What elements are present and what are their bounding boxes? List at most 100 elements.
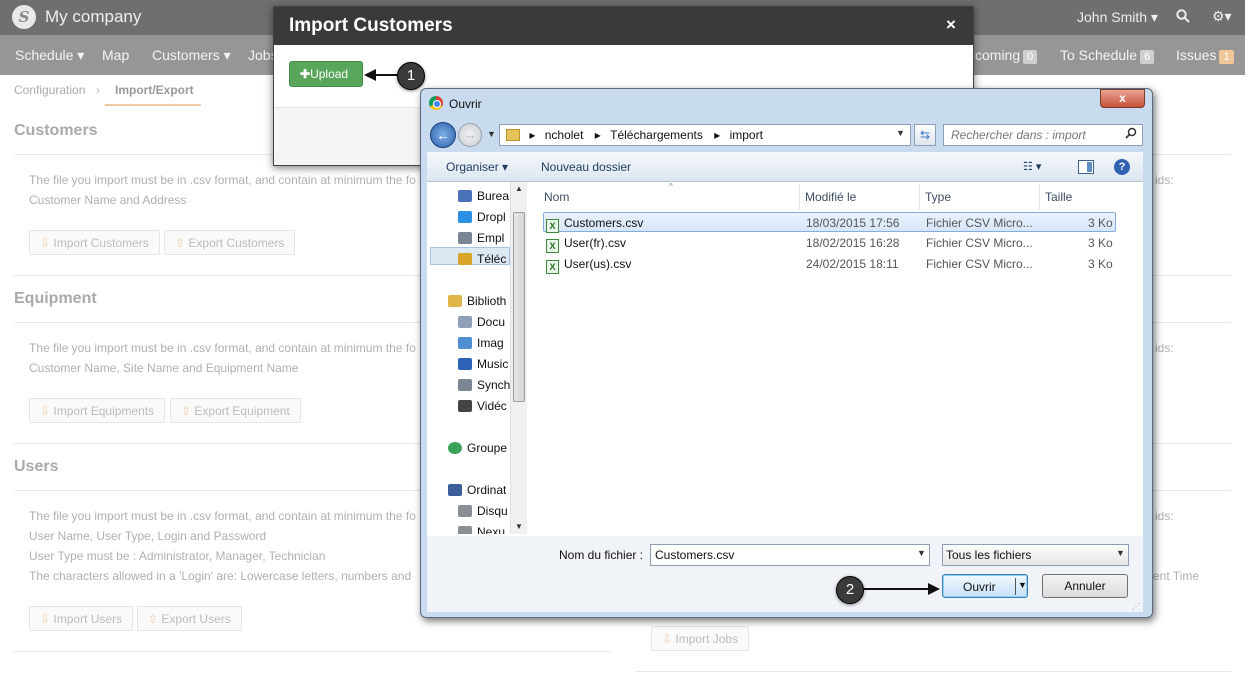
filename-dropdown-icon[interactable]: ▼: [917, 548, 926, 558]
nav-item-computer[interactable]: Ordinat: [448, 483, 506, 497]
file-row-user-us[interactable]: X User(us).csv 24/02/2015 18:11 Fichier C…: [543, 254, 1116, 274]
close-icon[interactable]: x: [1100, 89, 1145, 108]
nav-item-videos[interactable]: Vidéc: [458, 399, 507, 413]
upload-button[interactable]: ✚Upload: [289, 61, 363, 87]
file-name: User(fr).csv: [564, 236, 626, 250]
nav-item-dropbox[interactable]: Dropl: [458, 210, 506, 224]
nav-label: Dropl: [477, 210, 506, 224]
history-dropdown-icon[interactable]: ▼: [487, 129, 496, 139]
computer-icon: [448, 484, 462, 496]
import-users-button[interactable]: ⇩ Import Users: [29, 606, 134, 631]
path-segment-user[interactable]: ncholet: [545, 128, 584, 142]
menu-schedule[interactable]: Schedule ▾: [15, 47, 84, 64]
back-arrow-icon[interactable]: ←: [430, 122, 456, 148]
menu-upcoming[interactable]: coming 0: [975, 47, 1038, 64]
file-size: 3 Ko: [1088, 236, 1113, 250]
nav-item-sync[interactable]: Synch: [458, 378, 510, 392]
callout-1: 1: [397, 62, 425, 90]
resize-grip-icon[interactable]: ⋰: [1132, 602, 1140, 611]
organize-button[interactable]: Organiser ▾: [446, 160, 508, 174]
new-folder-button[interactable]: Nouveau dossier: [541, 160, 631, 174]
nav-label: Biblioth: [467, 294, 507, 308]
nav-item-libraries[interactable]: Biblioth: [448, 294, 506, 308]
path-segment-downloads[interactable]: Téléchargements: [610, 128, 703, 142]
open-dropdown-icon[interactable]: ▼: [1018, 580, 1027, 590]
menu-customers[interactable]: Customers ▾: [152, 47, 231, 64]
help-icon[interactable]: ?: [1114, 159, 1130, 175]
file-modified: 24/02/2015 18:11: [806, 257, 899, 271]
filetype-select[interactable]: Tous les fichiers ▼: [942, 544, 1129, 566]
export-equipment-button[interactable]: ⇧ Export Equipment: [170, 398, 301, 423]
forward-arrow-icon[interactable]: →: [458, 123, 482, 147]
nav-label: Ordinat: [467, 483, 507, 497]
nav-item-downloads[interactable]: Téléc: [458, 252, 506, 266]
column-modified[interactable]: Modifié le: [805, 190, 856, 204]
nav-item-disk[interactable]: Disqu: [458, 504, 508, 518]
homegroup-icon: [448, 442, 462, 454]
view-options-icon[interactable]: ☷ ▾: [1023, 160, 1041, 173]
dialog-search-input[interactable]: Rechercher dans : import: [943, 124, 1143, 146]
import-users-label: Import Users: [53, 612, 123, 626]
file-row-user-fr[interactable]: X User(fr).csv 18/02/2015 16:28 Fichier C…: [543, 233, 1116, 253]
file-modified: 18/02/2015 16:28: [806, 236, 900, 250]
menu-issues[interactable]: Issues 1: [1176, 47, 1234, 64]
export-customers-button[interactable]: ⇧ Export Customers: [164, 230, 296, 255]
modal-header: Import Customers ×: [274, 7, 973, 45]
column-size[interactable]: Taille: [1045, 190, 1072, 204]
import-customers-button[interactable]: ⇩ Import Customers: [29, 230, 160, 255]
column-name[interactable]: Nom: [544, 190, 569, 204]
column-header-row: ^ Nom Modifié le Type Taille: [528, 182, 1143, 210]
cancel-button[interactable]: Annuler: [1042, 574, 1128, 598]
address-bar[interactable]: ▸ ncholet ▸ Téléchargements ▸ import ▼: [499, 124, 911, 146]
nav-item-pictures[interactable]: Imag: [458, 336, 504, 350]
nav-scrollbar[interactable]: ▲ ▼: [510, 182, 527, 534]
breadcrumb-configuration[interactable]: Configuration: [14, 83, 85, 97]
plus-icon: ✚: [300, 67, 311, 81]
desktop-icon: [458, 190, 472, 202]
export-users-button[interactable]: ⇧ Export Users: [137, 606, 242, 631]
nav-item-recent[interactable]: Empl: [458, 231, 504, 245]
scroll-up-icon[interactable]: ▲: [515, 184, 523, 193]
import-equipments-button[interactable]: ⇩ Import Equipments: [29, 398, 166, 423]
menu-map[interactable]: Map: [102, 47, 129, 63]
search-icon[interactable]: [1125, 127, 1137, 142]
column-type[interactable]: Type: [925, 190, 951, 204]
scroll-down-icon[interactable]: ▼: [515, 522, 523, 531]
import-icon: ⇩: [662, 632, 673, 646]
user-menu[interactable]: John Smith ▾: [1077, 9, 1158, 26]
export-users-label: Export Users: [161, 612, 231, 626]
address-path: ▸ ncholet ▸ Téléchargements ▸ import: [506, 128, 763, 142]
refresh-icon[interactable]: ⇆: [914, 124, 936, 146]
open-button[interactable]: Ouvrir ▼: [942, 574, 1028, 598]
nav-label: Music: [477, 357, 509, 371]
file-row-customers[interactable]: X Customers.csv 18/03/2015 17:56 Fichier …: [543, 212, 1116, 233]
address-dropdown-icon[interactable]: ▼: [896, 128, 905, 138]
nav-item-nexus[interactable]: Nexu: [458, 525, 505, 534]
import-jobs-button[interactable]: ⇩ Import Jobs: [651, 626, 750, 651]
brand-name[interactable]: My company: [45, 7, 141, 27]
filename-input[interactable]: Customers.csv ▼: [650, 544, 930, 566]
scroll-thumb[interactable]: [513, 212, 525, 402]
right-text-2: ids:: [1155, 341, 1174, 355]
nav-item-documents[interactable]: Docu: [458, 315, 505, 329]
path-segment-import[interactable]: import: [730, 128, 763, 142]
nav-label: Téléc: [477, 252, 507, 266]
active-tab-underline: [105, 104, 201, 106]
export-icon: ⇧: [181, 404, 192, 418]
nav-item-homegroup[interactable]: Groupe: [448, 441, 507, 455]
close-icon[interactable]: ×: [946, 15, 956, 35]
logo-icon[interactable]: S: [12, 5, 36, 29]
chrome-icon: [429, 96, 443, 110]
search-icon[interactable]: [1176, 9, 1190, 26]
file-name: Customers.csv: [564, 216, 644, 230]
folder-icon: [506, 129, 520, 141]
nav-item-desktop[interactable]: Burea: [458, 189, 509, 203]
gear-icon[interactable]: ⚙▾: [1212, 8, 1232, 25]
column-separator: [1039, 184, 1040, 210]
menu-to-schedule[interactable]: To Schedule 6: [1060, 47, 1155, 64]
preview-pane-icon[interactable]: [1078, 160, 1094, 174]
export-equipment-label: Export Equipment: [194, 404, 290, 418]
nav-item-music[interactable]: Music: [458, 357, 508, 371]
breadcrumb-import-export[interactable]: Import/Export: [115, 83, 194, 97]
pictures-icon: [458, 337, 472, 349]
